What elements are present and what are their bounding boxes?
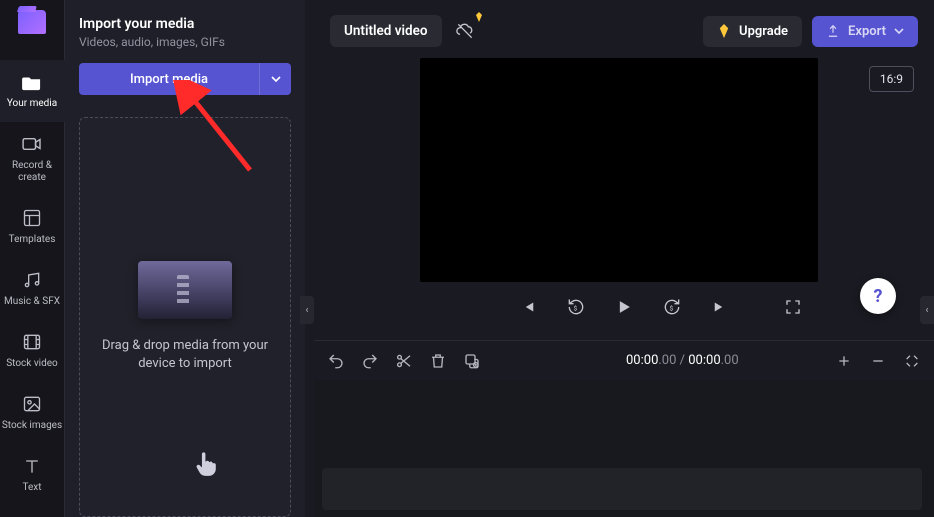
media-dropzone[interactable]: Drag & drop media from your device to im…	[79, 117, 291, 517]
total-frac: .00	[721, 353, 739, 368]
upgrade-button[interactable]: Upgrade	[703, 16, 802, 47]
cloud-sync-button[interactable]	[452, 18, 478, 44]
side-title: Import your media	[79, 16, 291, 32]
timeline[interactable]	[314, 380, 934, 517]
diamond-icon	[717, 24, 731, 38]
redo-icon	[361, 352, 379, 370]
plus-icon	[836, 353, 852, 369]
music-icon	[22, 268, 42, 292]
rail-label: Text	[22, 482, 41, 494]
chevron-left-icon: ‹	[305, 305, 308, 316]
rail-label: Your media	[7, 98, 57, 110]
redo-button[interactable]	[360, 351, 380, 371]
chevron-left-icon: ‹	[925, 305, 928, 316]
project-title[interactable]: Untitled video	[330, 15, 442, 47]
split-button[interactable]	[394, 351, 414, 371]
export-label: Export	[848, 24, 886, 39]
upload-icon	[826, 24, 840, 38]
chevron-down-icon	[271, 74, 281, 84]
timeline-toolbar: 00:00.00 / 00:00.00	[314, 340, 934, 380]
rail-your-media[interactable]: Your media	[0, 60, 65, 122]
rail-label: Record & create	[0, 160, 65, 184]
left-rail: Your media Record & create Templates Mus…	[0, 0, 65, 517]
help-label: ?	[874, 286, 883, 307]
upgrade-label: Upgrade	[739, 24, 788, 39]
video-preview[interactable]	[420, 58, 818, 282]
fit-icon	[904, 353, 920, 369]
timeline-track[interactable]	[322, 468, 922, 510]
aspect-ratio-button[interactable]: 16:9	[869, 66, 914, 92]
rail-label: Stock video	[6, 358, 58, 370]
transport-controls: $ $	[314, 294, 934, 320]
text-icon	[22, 454, 42, 478]
skip-start-button[interactable]	[515, 294, 541, 320]
fullscreen-button[interactable]	[780, 294, 806, 320]
rail-templates[interactable]: Templates	[0, 196, 65, 258]
skip-end-button[interactable]	[707, 294, 733, 320]
undo-button[interactable]	[326, 351, 346, 371]
camera-icon	[21, 132, 43, 156]
collapse-side-panel[interactable]: ‹	[300, 296, 314, 324]
fullscreen-icon	[784, 298, 802, 316]
zoom-tools	[834, 351, 922, 371]
rail-record-create[interactable]: Record & create	[0, 122, 65, 196]
undo-icon	[327, 352, 345, 370]
top-bar: Untitled video Upgrade Export	[314, 12, 934, 50]
rail-stock-images[interactable]: Stock images	[0, 382, 65, 444]
play-button[interactable]	[611, 294, 637, 320]
duplicate-button[interactable]	[462, 351, 482, 371]
main-area: Untitled video Upgrade Export 16:9 $	[314, 0, 934, 517]
import-row: Import media	[79, 63, 291, 95]
app-logo-icon	[18, 10, 46, 34]
forward-button[interactable]: $	[659, 294, 685, 320]
svg-text:$: $	[574, 304, 578, 312]
current-time: 00:00	[626, 353, 658, 368]
delete-button[interactable]	[428, 351, 448, 371]
media-side-panel: Import your media Videos, audio, images,…	[65, 0, 305, 517]
forward-icon: $	[662, 297, 682, 317]
import-media-caret[interactable]	[259, 63, 291, 95]
hand-pointer-icon	[192, 450, 220, 478]
svg-text:$: $	[670, 304, 674, 312]
cloud-off-icon	[455, 21, 475, 41]
dropzone-thumb-icon	[138, 261, 232, 319]
total-time: 00:00	[688, 353, 720, 368]
diamond-icon	[474, 12, 484, 22]
zoom-out-button[interactable]	[868, 351, 888, 371]
side-hint: Videos, audio, images, GIFs	[79, 35, 291, 49]
film-icon	[22, 330, 42, 354]
templates-icon	[22, 206, 42, 230]
rail-label: Templates	[9, 234, 56, 246]
dropzone-text: Drag & drop media from your device to im…	[100, 337, 270, 373]
rail-stock-video[interactable]: Stock video	[0, 320, 65, 382]
rewind-button[interactable]: $	[563, 294, 589, 320]
skip-start-icon	[519, 298, 537, 316]
current-frac: .00	[658, 353, 676, 368]
chevron-down-icon	[894, 26, 904, 36]
help-button[interactable]: ?	[860, 278, 896, 314]
play-icon	[614, 297, 634, 317]
rail-text[interactable]: Text	[0, 444, 65, 506]
time-sep: /	[676, 353, 688, 368]
image-icon	[22, 392, 42, 416]
copy-plus-icon	[463, 352, 481, 370]
timecode: 00:00.00 / 00:00.00	[626, 353, 739, 368]
rail-label: Music & SFX	[4, 296, 60, 308]
folder-icon	[21, 70, 43, 94]
scissors-icon	[395, 352, 413, 370]
rewind-icon: $	[566, 297, 586, 317]
export-button[interactable]: Export	[812, 16, 918, 47]
trash-icon	[429, 352, 447, 370]
zoom-in-button[interactable]	[834, 351, 854, 371]
rail-music-sfx[interactable]: Music & SFX	[0, 258, 65, 320]
import-media-button[interactable]: Import media	[79, 63, 259, 95]
fit-button[interactable]	[902, 351, 922, 371]
rail-label: Stock images	[2, 420, 62, 432]
collapse-right-panel[interactable]: ‹	[920, 296, 934, 324]
skip-end-icon	[711, 298, 729, 316]
minus-icon	[870, 353, 886, 369]
